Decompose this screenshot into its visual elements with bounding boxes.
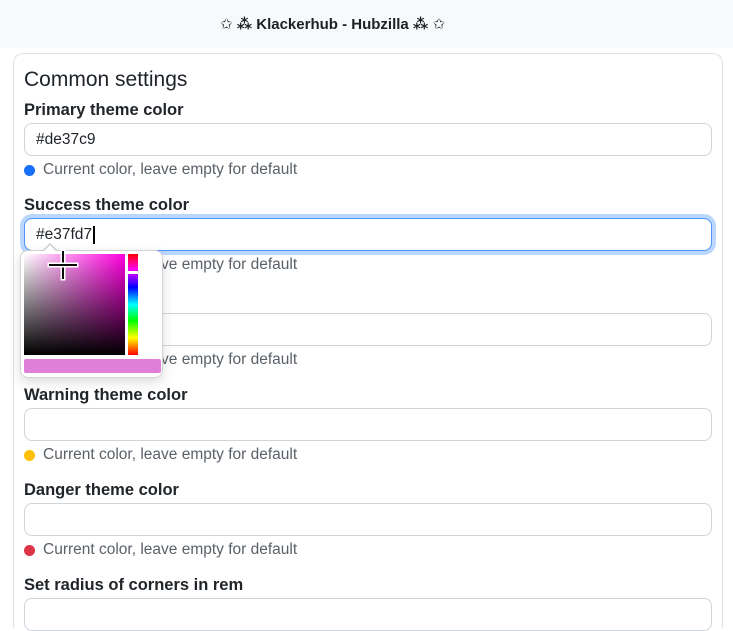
primary-helper-text: Current color, leave empty for default [43,161,297,179]
field-primary-theme-color: Primary theme color #de37c9 Current colo… [24,100,712,179]
warning-helper-text: Current color, leave empty for default [43,446,297,464]
danger-helper: Current color, leave empty for default [24,541,712,559]
text-cursor [93,226,95,244]
popup-arrow-icon [43,245,57,252]
success-theme-color-label: Success theme color [24,195,712,215]
warning-helper: Current color, leave empty for default [24,446,712,464]
primary-color-dot [24,165,35,176]
primary-theme-color-label: Primary theme color [24,100,712,120]
field-corner-radius: Set radius of corners in rem [24,575,712,631]
hue-slider[interactable] [128,254,138,355]
danger-theme-color-input[interactable] [24,503,712,536]
field-danger-theme-color: Danger theme color Current color, leave … [24,480,712,559]
danger-color-dot [24,545,35,556]
section-heading: Common settings [24,68,712,92]
current-color-preview [24,359,161,373]
primary-theme-color-value: #de37c9 [36,124,95,155]
hue-slider-handle[interactable] [128,271,138,274]
corner-radius-input[interactable] [24,598,712,631]
warning-theme-color-label: Warning theme color [24,385,712,405]
color-picker-popup [20,250,163,378]
corner-radius-label: Set radius of corners in rem [24,575,712,595]
saturation-square[interactable] [24,254,125,355]
success-theme-color-input[interactable]: #e37fd7 [24,218,712,251]
warning-color-dot [24,450,35,461]
app-header: ✩ ⁂ Klackerhub - Hubzilla ⁂ ✩ [0,0,733,48]
field-warning-theme-color: Warning theme color Current color, leave… [24,385,712,464]
primary-helper: Current color, leave empty for default [24,161,712,179]
danger-helper-text: Current color, leave empty for default [43,541,297,559]
danger-theme-color-label: Danger theme color [24,480,712,500]
primary-theme-color-input[interactable]: #de37c9 [24,123,712,156]
page-title: ✩ ⁂ Klackerhub - Hubzilla ⁂ ✩ [220,15,445,33]
warning-theme-color-input[interactable] [24,408,712,441]
